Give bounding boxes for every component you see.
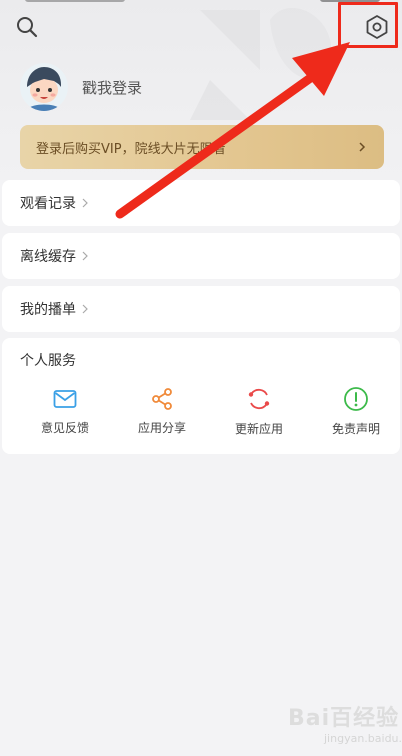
cartoon-avatar-icon bbox=[20, 63, 68, 111]
menu-item-label: 离线缓存 bbox=[20, 249, 76, 265]
watermark-sub: jingyan.baidu.com bbox=[324, 732, 402, 745]
service-share-app[interactable]: 应用分享 bbox=[117, 386, 207, 436]
avatar[interactable] bbox=[20, 63, 68, 111]
profile-login[interactable]: 戳我登录 bbox=[20, 62, 142, 112]
service-feedback[interactable]: 意见反馈 bbox=[20, 386, 110, 436]
login-prompt[interactable]: 戳我登录 bbox=[82, 77, 142, 98]
service-label: 意见反馈 bbox=[40, 421, 89, 435]
alert-circle-icon bbox=[344, 387, 368, 411]
menu-item-label: 我的播单 bbox=[20, 302, 76, 318]
chevron-right-icon bbox=[359, 142, 366, 152]
baidu-watermark: Bai百经验 jingyan.baidu.com bbox=[262, 696, 402, 752]
chevron-right-icon bbox=[82, 198, 88, 208]
menu-item-watch-history[interactable]: 观看记录 bbox=[2, 180, 400, 226]
menu-item-label: 观看记录 bbox=[20, 196, 76, 212]
service-label: 更新应用 bbox=[234, 422, 283, 436]
vip-banner-text: 登录后购买VIP，院线大片无限看 bbox=[36, 141, 226, 157]
service-label: 免责声明 bbox=[331, 422, 380, 436]
status-time bbox=[25, 0, 125, 2]
personal-services-card: 个人服务 意见反馈 应用分享 更新应用 免责声明 bbox=[2, 338, 400, 454]
annotation-highlight-box bbox=[338, 2, 398, 48]
chevron-right-icon bbox=[82, 251, 88, 261]
menu-item-offline-cache[interactable]: 离线缓存 bbox=[2, 233, 400, 279]
menu-item-my-playlist[interactable]: 我的播单 bbox=[2, 286, 400, 332]
watermark-text: Bai百经验 bbox=[288, 706, 400, 731]
chevron-right-icon bbox=[82, 304, 88, 314]
mail-icon bbox=[53, 389, 77, 408]
search-icon bbox=[17, 17, 38, 38]
decorative-pattern bbox=[190, 7, 332, 120]
service-label: 应用分享 bbox=[137, 421, 186, 435]
share-icon bbox=[152, 387, 172, 410]
service-disclaimer[interactable]: 免责声明 bbox=[311, 386, 401, 436]
my-page: 戳我登录 登录后购买VIP，院线大片无限看 观看记录 离线缓存 我的播单 个人服… bbox=[0, 0, 402, 756]
vip-banner[interactable]: 登录后购买VIP，院线大片无限看 bbox=[20, 125, 384, 169]
search-button[interactable] bbox=[12, 12, 42, 42]
services-title: 个人服务 bbox=[20, 353, 76, 369]
refresh-icon bbox=[248, 388, 270, 410]
service-update-app[interactable]: 更新应用 bbox=[214, 386, 304, 436]
